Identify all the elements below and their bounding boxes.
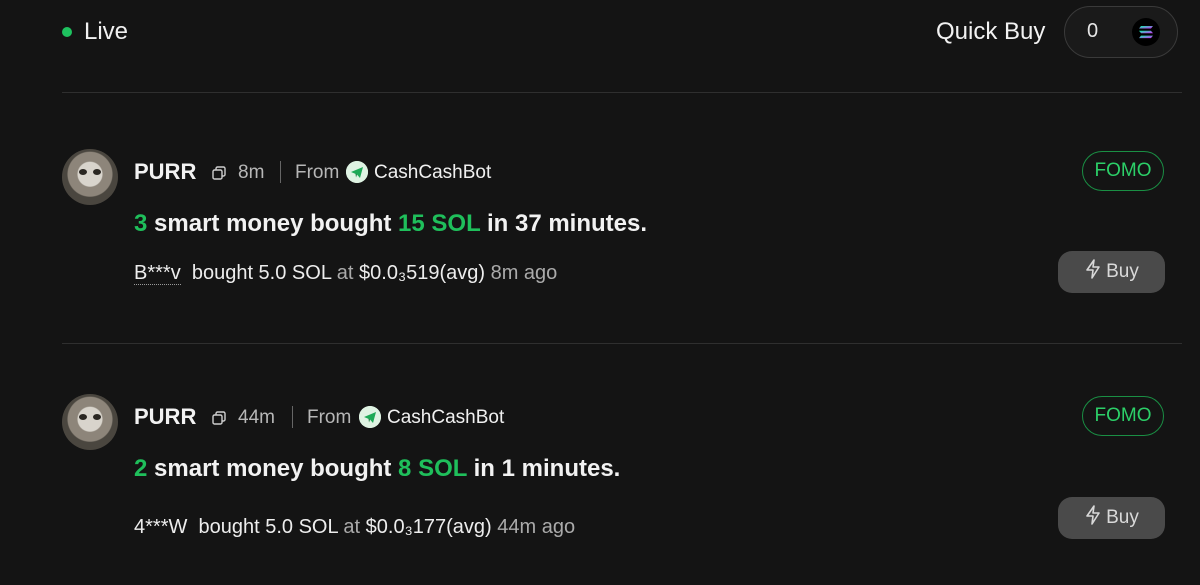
buy-button[interactable]: Buy [1058, 497, 1165, 539]
from-label: From [295, 162, 340, 183]
separator [280, 161, 281, 183]
bot-name-link[interactable]: CashCashBot [387, 407, 504, 429]
lightning-icon [1084, 259, 1102, 285]
telegram-bot-icon [359, 406, 381, 428]
transaction-row: B***v bought 5.0 SOL at $0.0₃519(avg) 8m… [134, 262, 557, 285]
wallet-address[interactable]: B***v [134, 262, 181, 285]
solana-icon [1132, 18, 1160, 46]
token-avatar[interactable] [62, 149, 118, 205]
lightning-icon [1084, 505, 1102, 531]
buy-button-label: Buy [1106, 507, 1139, 528]
smart-money-count: 3 [134, 210, 148, 237]
quick-buy-amount-value[interactable]: 0 [1087, 20, 1098, 43]
alert-headline: 2 smart money bought 8 SOL in 1 minutes. [134, 455, 620, 483]
token-symbol[interactable]: PURR [134, 159, 196, 185]
fomo-badge: FOMO [1082, 151, 1164, 191]
transaction-list[interactable]: 4***W bought 5.0 SOL at $0.0₃177(avg) 44… [0, 494, 1200, 540]
tx-at: at [343, 516, 361, 538]
token-symbol[interactable]: PURR [134, 404, 196, 430]
headline-text: in 37 minutes. [480, 210, 648, 237]
from-label: From [307, 407, 352, 428]
tx-price: $0.0₃177(avg) [365, 516, 492, 538]
alert-card: PURR 8m From CashCashBot FOMO 3 smart mo… [0, 93, 1200, 343]
bought-amount: 8 SOL [398, 455, 467, 482]
fomo-badge: FOMO [1082, 396, 1164, 436]
bot-name-link[interactable]: CashCashBot [374, 162, 491, 184]
headline-text: smart money bought [147, 210, 399, 237]
wallet-address[interactable]: 4***W [134, 516, 187, 538]
token-avatar[interactable] [62, 394, 118, 450]
headline-text: in 1 minutes. [466, 455, 621, 482]
separator [292, 406, 293, 428]
top-bar: Live Quick Buy 0 [0, 0, 1200, 68]
smart-money-count: 2 [134, 455, 148, 482]
headline-text: smart money bought [147, 455, 399, 482]
buy-button[interactable]: Buy [1058, 251, 1165, 293]
tx-time: 8m ago [490, 262, 558, 284]
alert-age: 8m [238, 162, 265, 183]
buy-button-label: Buy [1106, 261, 1139, 282]
transaction-row: 4***W bought 5.0 SOL at $0.0₃177(avg) 44… [134, 516, 575, 539]
quick-buy-label: Quick Buy [936, 18, 1046, 45]
quick-buy-amount-field[interactable]: 0 [1064, 6, 1178, 58]
live-status-dot [62, 27, 72, 37]
alert-age: 44m [238, 407, 275, 428]
live-label: Live [84, 18, 129, 45]
tx-at: at [336, 262, 354, 284]
copy-icon[interactable] [212, 411, 226, 425]
alert-card: PURR 44m From CashCashBot FOMO 2 smart m… [0, 344, 1200, 585]
alert-headline: 3 smart money bought 15 SOL in 37 minute… [134, 210, 647, 238]
bought-amount: 15 SOL [398, 210, 481, 237]
live-indicator: Live [62, 18, 128, 46]
tx-text: bought 5.0 SOL [191, 262, 332, 284]
copy-icon[interactable] [212, 166, 226, 180]
telegram-bot-icon [346, 161, 368, 183]
tx-price: $0.0₃519(avg) [359, 262, 486, 284]
tx-text: bought 5.0 SOL [198, 516, 338, 538]
tx-time: 44m ago [497, 516, 576, 538]
